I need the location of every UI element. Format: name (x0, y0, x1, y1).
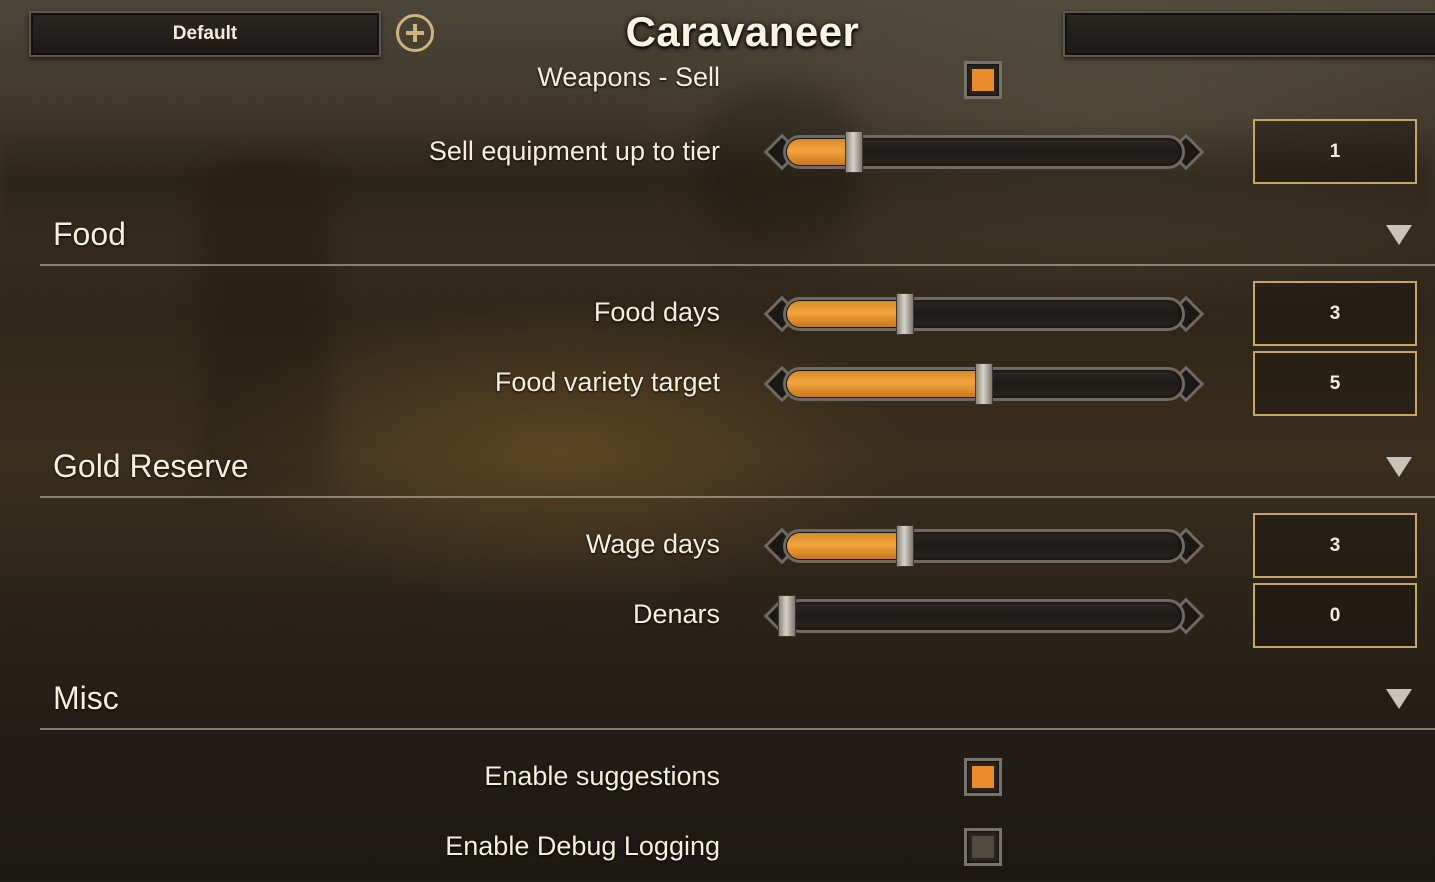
slider-fill (787, 533, 906, 559)
section-title-food[interactable]: Food (53, 216, 126, 253)
wage-days-value[interactable]: 3 (1253, 513, 1417, 578)
row-label-wage-days: Wage days (585, 529, 720, 559)
row-label-food-days: Food days (593, 297, 720, 327)
search-input[interactable] (1063, 11, 1435, 57)
slider-thumb[interactable] (896, 525, 915, 567)
row-label-denars: Denars (632, 599, 720, 629)
sell-equipment-tier-slider[interactable] (763, 129, 1205, 175)
triangle-down-icon[interactable] (1386, 225, 1412, 245)
triangle-down-icon[interactable] (1386, 689, 1412, 709)
triangle-down-icon[interactable] (1386, 457, 1412, 477)
food-days-slider[interactable] (763, 291, 1205, 337)
row-label-enable-debug-logging: Enable Debug Logging (445, 831, 720, 861)
preset-selector[interactable]: Default (29, 11, 381, 57)
sell-equipment-tier-value[interactable]: 1 (1253, 119, 1417, 184)
section-divider (40, 728, 1435, 730)
checkbox-fill (972, 766, 994, 788)
section-title-gold-reserve[interactable]: Gold Reserve (53, 448, 249, 485)
section-divider (40, 496, 1435, 498)
denars-slider[interactable] (763, 593, 1205, 639)
checkbox-fill (972, 69, 994, 91)
row-label: Weapons - Sell (537, 62, 720, 92)
slider-fill (787, 139, 854, 165)
slider-thumb[interactable] (896, 293, 915, 335)
enable-suggestions-checkbox[interactable] (964, 758, 1002, 796)
slider-thumb[interactable] (975, 363, 993, 405)
row-label-food-variety-target: Food variety target (494, 367, 720, 397)
food-variety-target-slider[interactable] (763, 361, 1205, 407)
wage-days-slider[interactable] (763, 523, 1205, 569)
section-title-misc[interactable]: Misc (53, 680, 119, 717)
slider-thumb[interactable] (778, 595, 796, 637)
enable-debug-logging-checkbox[interactable] (964, 828, 1002, 866)
weapons-sell-checkbox[interactable] (964, 61, 1002, 99)
slider-track (783, 599, 1185, 633)
slider-thumb[interactable] (844, 131, 863, 173)
food-variety-target-value[interactable]: 5 (1253, 351, 1417, 416)
checkbox-fill (972, 836, 994, 858)
food-days-value[interactable]: 3 (1253, 281, 1417, 346)
add-preset-button[interactable] (396, 14, 434, 52)
page-title: Caravaneer (625, 8, 860, 55)
row-label-enable-suggestions: Enable suggestions (484, 761, 720, 791)
slider-fill (787, 371, 984, 397)
slider-fill (787, 301, 906, 327)
denars-value[interactable]: 0 (1253, 583, 1417, 648)
section-divider (40, 264, 1435, 266)
row-label-sell-equipment-tier: Sell equipment up to tier (428, 136, 720, 166)
partial-row-weapons-sell: Weapons - Sell (0, 57, 1435, 102)
